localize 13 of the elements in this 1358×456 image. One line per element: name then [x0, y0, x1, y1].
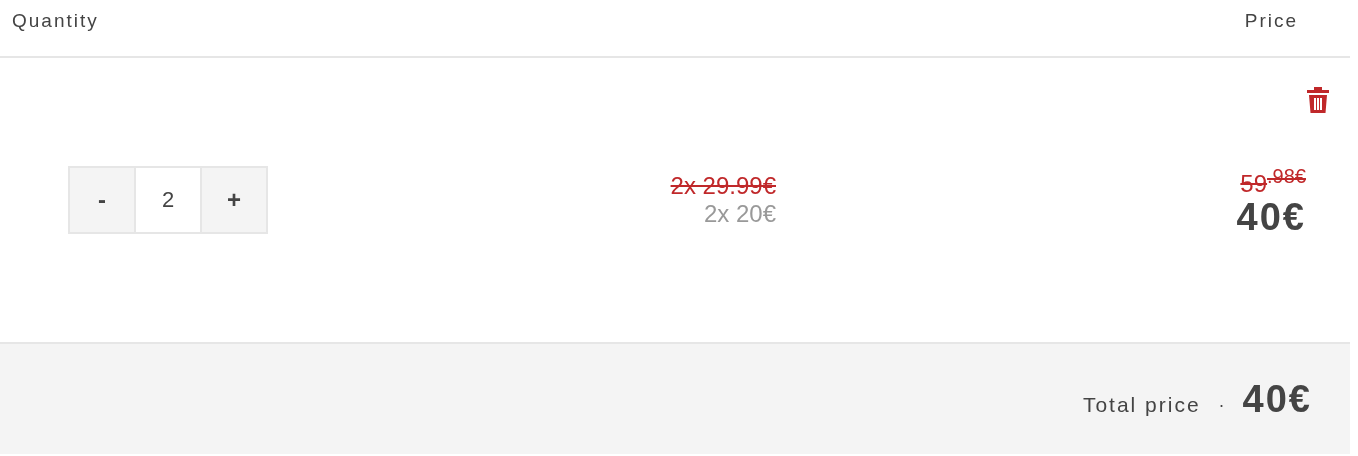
unit-price: 2x 20€ — [703, 200, 776, 228]
total-price-label: Total price — [1082, 393, 1201, 417]
item-total-price: 40€ — [1236, 197, 1306, 236]
old-unit-price: 2x 29.99€ — [670, 172, 776, 200]
old-total-price: 59$^{.98€}$ — [1240, 164, 1306, 198]
total-price: 40€ — [1242, 377, 1312, 421]
price-header: Price — [1244, 10, 1298, 32]
quantity-field[interactable]: 2 — [134, 166, 202, 234]
decrement-button[interactable]: - — [68, 166, 136, 234]
separator-dot: · — [1218, 394, 1225, 416]
quantity-header: Quantity — [12, 10, 99, 32]
increment-button[interactable]: + — [200, 166, 268, 234]
trash-icon[interactable] — [1306, 86, 1330, 114]
